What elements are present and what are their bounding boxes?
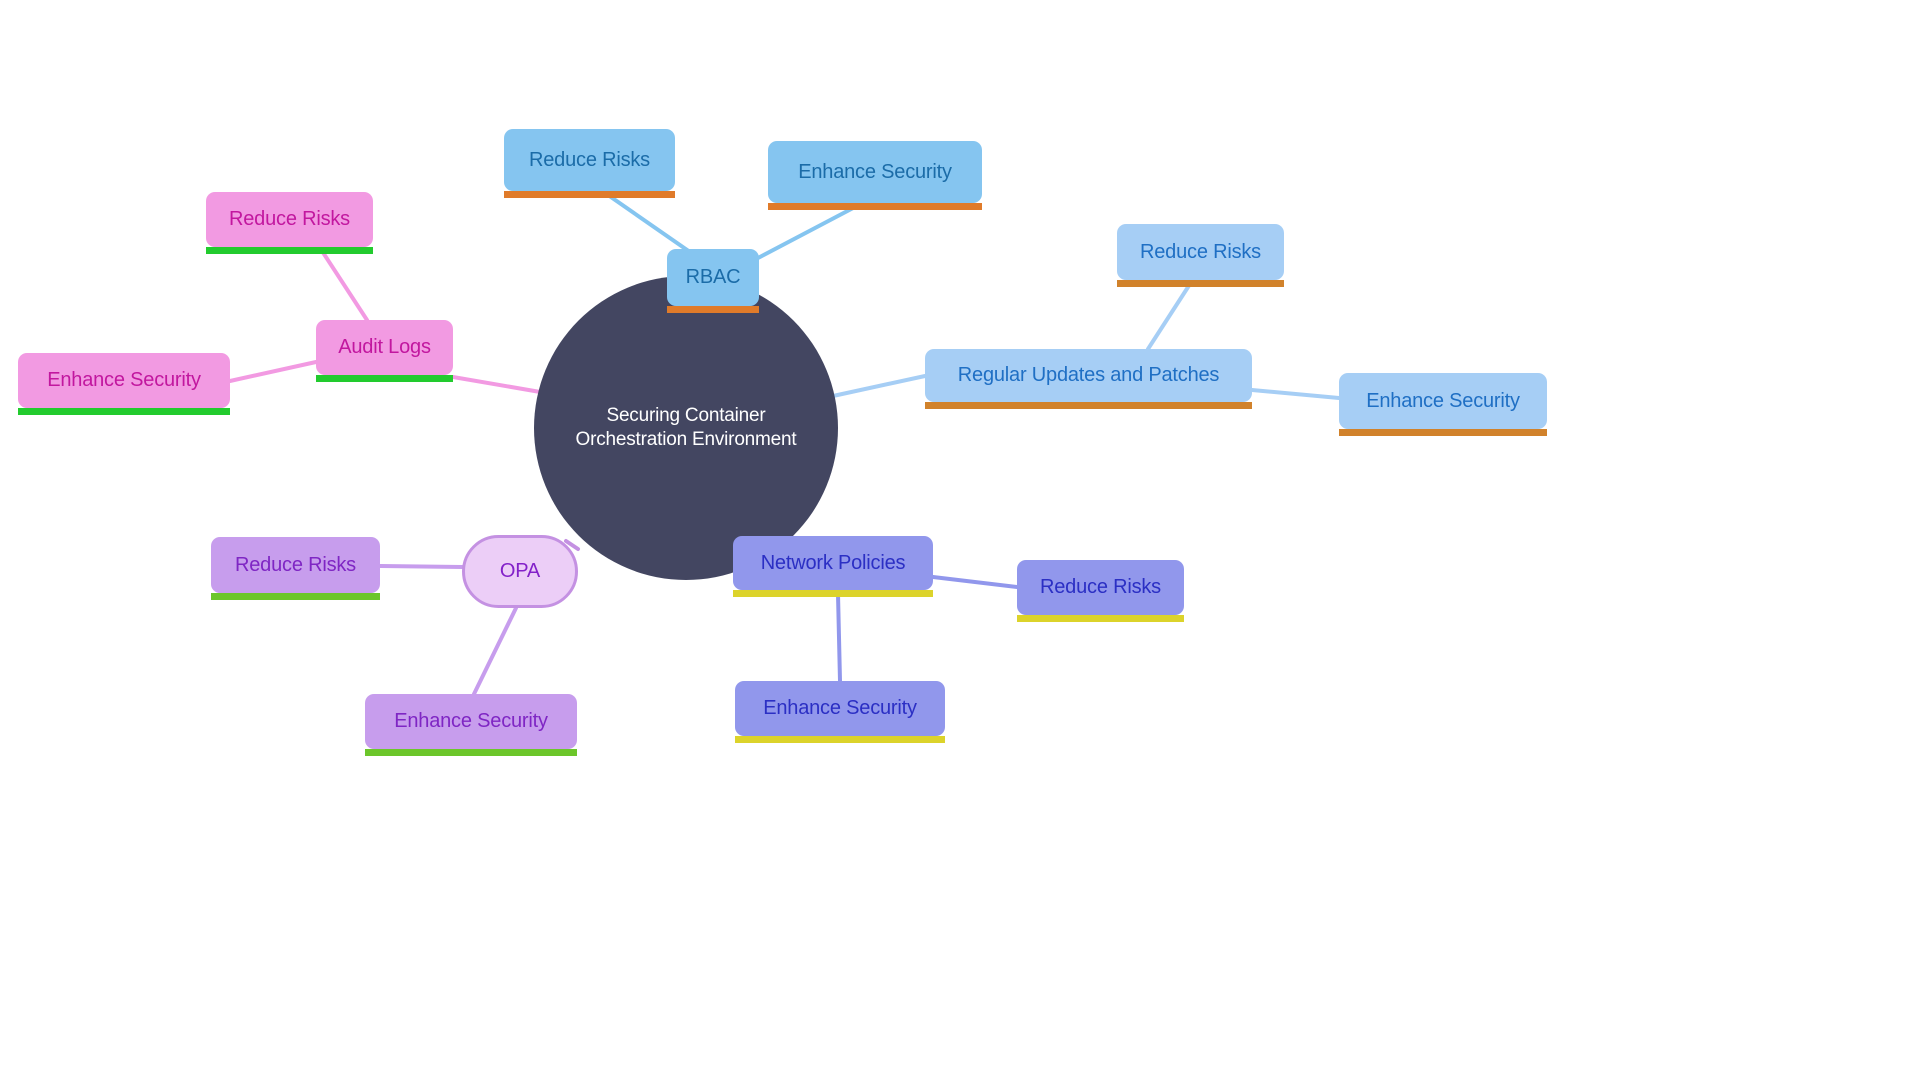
child-node-regular-updates-and-patches-reduce-risks-0-underline: [1117, 280, 1284, 287]
branch-node-rbac-label: RBAC: [685, 266, 741, 288]
mindmap-canvas: Securing Container Orchestration Environ…: [0, 0, 1920, 1080]
child-node-audit-logs-reduce-risks-0-label: Reduce Risks: [229, 208, 350, 230]
child-node-regular-updates-and-patches-enhance-security-1-label: Enhance Security: [1366, 389, 1520, 412]
child-node-opa-enhance-security-1-label: Enhance Security: [394, 710, 548, 732]
child-node-regular-updates-and-patches-enhance-security-1-underline: [1339, 429, 1547, 436]
edge-regular-updates-to-ru-enhance-security: [1250, 388, 1341, 400]
branch-node-rbac-underline: [667, 306, 759, 313]
branch-node-network-policies-underline: [733, 590, 933, 597]
edge-rbac-to-rbac-enhance-security: [756, 205, 857, 260]
branch-node-network-policies[interactable]: Network Policies: [733, 536, 933, 597]
edge-rbac-to-rbac-reduce-risks: [606, 193, 692, 254]
child-node-rbac-enhance-security-1-label: Enhance Security: [798, 160, 952, 183]
edge-root-to-audit-logs: [451, 375, 548, 395]
child-node-opa-reduce-risks-0-underline: [211, 593, 380, 600]
child-node-network-policies-enhance-security-1-underline: [735, 736, 945, 743]
child-node-opa-reduce-risks-0[interactable]: Reduce Risks: [211, 537, 380, 600]
branch-node-regular-updates-and-patches[interactable]: Regular Updates and Patches: [925, 349, 1252, 409]
edge-root-to-regular-updates: [831, 374, 927, 398]
edge-audit-logs-to-al-enhance-security: [228, 360, 318, 383]
child-node-rbac-enhance-security-1[interactable]: Enhance Security: [768, 141, 982, 210]
root-label-line1: Securing Container: [606, 404, 766, 426]
child-node-rbac-reduce-risks-0[interactable]: Reduce Risks: [504, 129, 675, 198]
branch-node-network-policies-label: Network Policies: [760, 551, 906, 574]
child-node-rbac-reduce-risks-0-label: Reduce Risks: [529, 148, 650, 171]
edge-network-policies-to-np-enhance-security: [836, 592, 842, 683]
child-node-audit-logs-reduce-risks-0-underline: [206, 247, 373, 254]
child-node-network-policies-enhance-security-1-label: Enhance Security: [763, 697, 917, 719]
branch-node-audit-logs[interactable]: Audit Logs: [316, 320, 453, 382]
child-node-opa-enhance-security-1[interactable]: Enhance Security: [365, 694, 577, 756]
child-node-audit-logs-reduce-risks-0[interactable]: Reduce Risks: [206, 192, 373, 254]
child-node-audit-logs-enhance-security-1[interactable]: Enhance Security: [18, 353, 230, 415]
child-node-network-policies-enhance-security-1[interactable]: Enhance Security: [735, 681, 945, 743]
child-node-network-policies-reduce-risks-0-underline: [1017, 615, 1184, 622]
branch-node-audit-logs-underline: [316, 375, 453, 382]
child-node-regular-updates-and-patches-reduce-risks-0[interactable]: Reduce Risks: [1117, 224, 1284, 287]
branch-node-rbac[interactable]: RBAC: [667, 249, 759, 313]
branch-node-audit-logs-label: Audit Logs: [338, 336, 431, 358]
child-node-rbac-enhance-security-1-underline: [768, 203, 982, 210]
root-node[interactable]: Securing Container Orchestration Environ…: [534, 276, 838, 580]
edge-regular-updates-to-ru-reduce-risks: [1146, 282, 1192, 351]
root-label-line2: Orchestration Environment: [575, 429, 797, 450]
child-node-regular-updates-and-patches-reduce-risks-0-label: Reduce Risks: [1140, 240, 1261, 263]
child-node-audit-logs-enhance-security-1-underline: [18, 408, 230, 415]
edge-audit-logs-to-al-reduce-risks: [320, 249, 369, 322]
child-node-regular-updates-and-patches-enhance-security-1[interactable]: Enhance Security: [1339, 373, 1547, 436]
branch-node-regular-updates-and-patches-underline: [925, 402, 1252, 409]
edge-opa-to-opa-enhance-security: [472, 606, 518, 696]
edge-opa-to-opa-reduce-risks: [378, 564, 464, 569]
branch-node-opa[interactable]: OPA: [462, 535, 578, 608]
child-node-rbac-reduce-risks-0-underline: [504, 191, 675, 198]
child-node-network-policies-reduce-risks-0-label: Reduce Risks: [1040, 576, 1161, 598]
branch-node-regular-updates-and-patches-label: Regular Updates and Patches: [957, 364, 1220, 386]
child-node-audit-logs-enhance-security-1-label: Enhance Security: [47, 369, 201, 391]
branch-node-opa-label: OPA: [499, 560, 541, 582]
child-node-network-policies-reduce-risks-0[interactable]: Reduce Risks: [1017, 560, 1184, 622]
child-node-opa-enhance-security-1-underline: [365, 749, 577, 756]
child-node-opa-reduce-risks-0-label: Reduce Risks: [235, 553, 356, 576]
edge-network-policies-to-np-reduce-risks: [931, 575, 1019, 589]
